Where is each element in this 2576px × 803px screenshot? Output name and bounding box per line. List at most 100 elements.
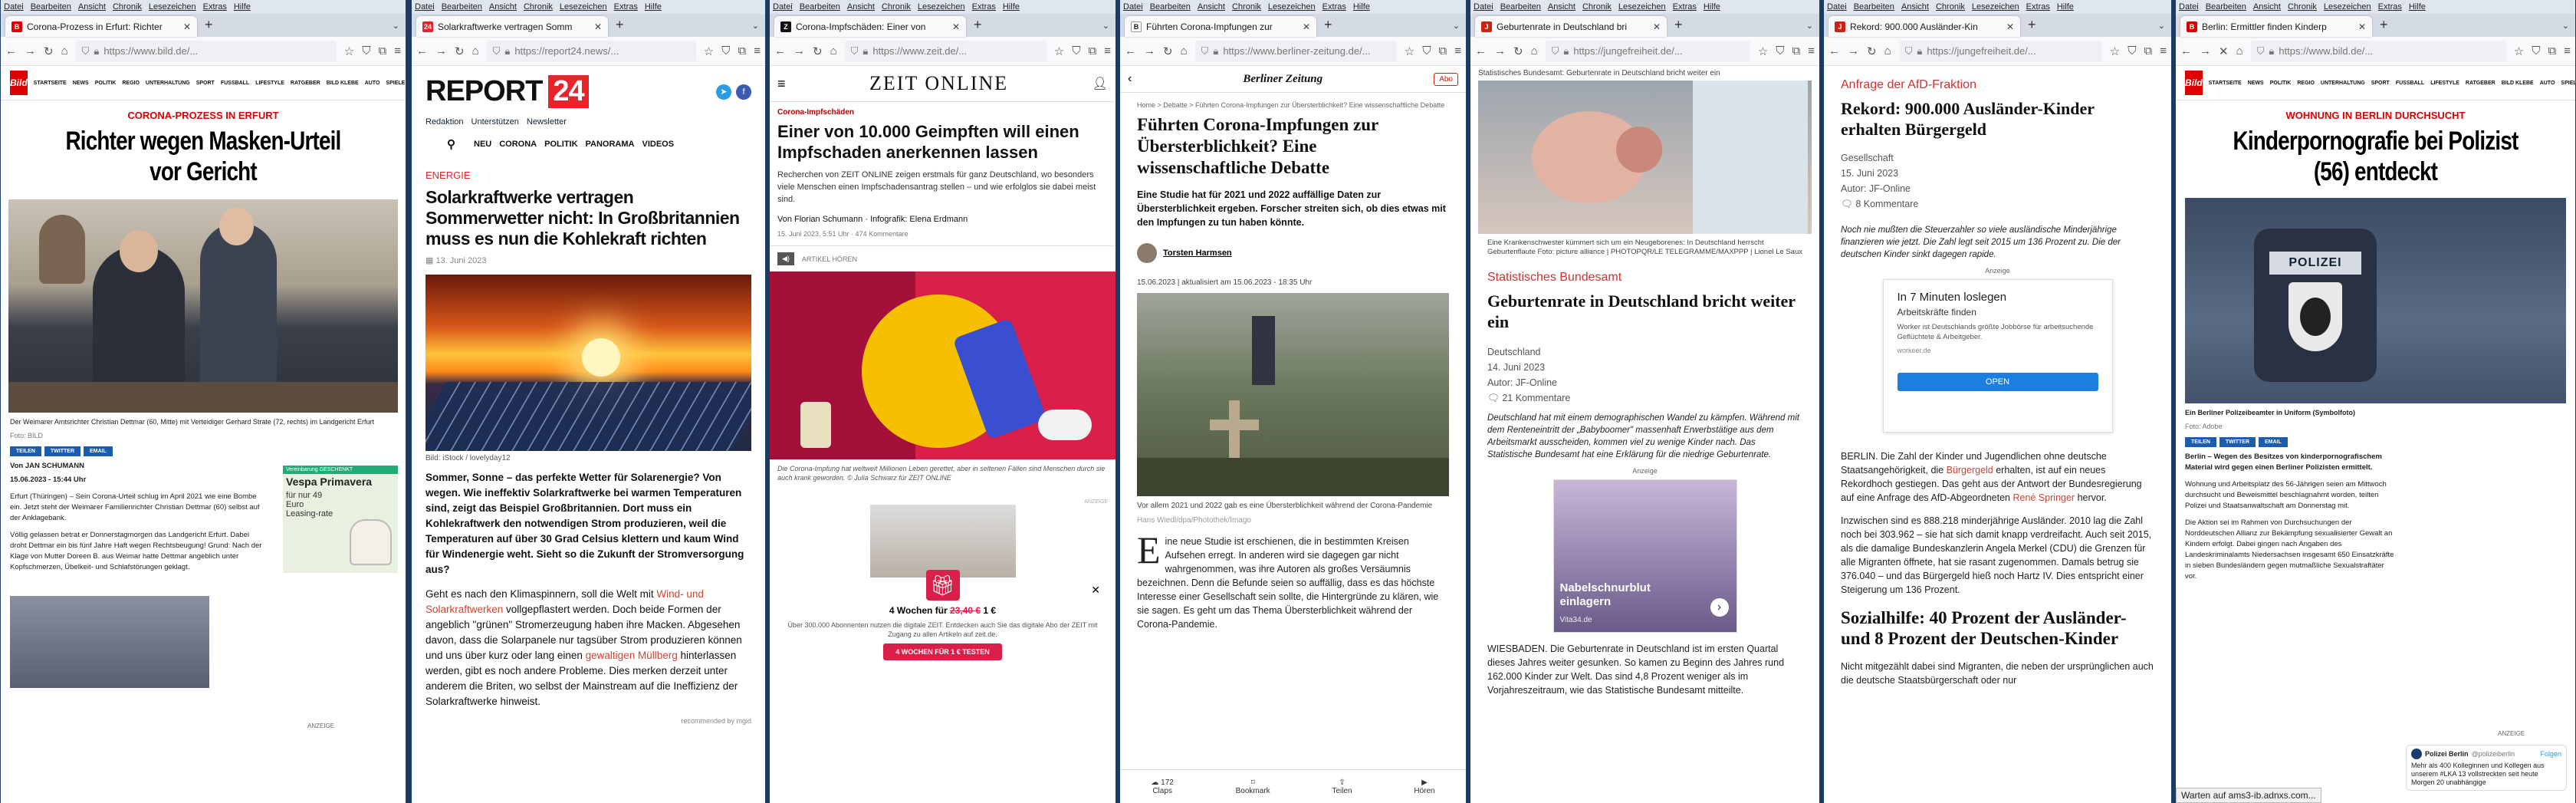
report24-logo[interactable]: REPORT 24 ➤ f xyxy=(412,66,765,117)
browser-tab[interactable]: B Corona-Prozess in Erfurt: Richter ✕ xyxy=(5,16,197,37)
menu-6[interactable]: Hilfe xyxy=(2057,2,2074,12)
extensions-icon[interactable]: ⧉ xyxy=(1089,44,1097,58)
menu-3[interactable]: Chronik xyxy=(1232,2,1261,12)
account-icon[interactable]: 👤︎ xyxy=(1092,76,1108,91)
pocket-icon[interactable]: ⛉ xyxy=(362,44,370,58)
menu-3[interactable]: Chronik xyxy=(2288,2,2317,12)
url-bar[interactable]: ⛉ 🔒︎ https://www.zeit.de/... xyxy=(844,40,1046,62)
extensions-icon[interactable]: ⧉ xyxy=(738,44,747,58)
forward-icon[interactable]: → xyxy=(1848,44,1859,58)
shield-icon[interactable]: ⛉ xyxy=(1552,45,1559,58)
menu-0[interactable]: Datei xyxy=(1827,2,1847,12)
back-icon[interactable]: ← xyxy=(774,44,786,58)
bookmark-star-icon[interactable]: ☆ xyxy=(704,44,714,58)
close-offer-icon[interactable]: ✕ xyxy=(1091,584,1100,597)
bild-nav-item[interactable]: LIFESTYLE xyxy=(255,81,284,86)
home-icon[interactable]: ⌂ xyxy=(830,44,837,58)
list-tabs-icon[interactable]: ⌄ xyxy=(2158,21,2165,31)
list-tabs-icon[interactable]: ⌄ xyxy=(1102,21,1109,31)
bild-nav-item[interactable]: NEWS xyxy=(2248,81,2264,86)
bild-nav-item[interactable]: SPIELE xyxy=(2561,81,2575,86)
bild-nav-item[interactable]: FUSSBALL xyxy=(2396,81,2424,86)
buergergeld-link[interactable]: Bürgergeld xyxy=(1947,465,1993,476)
menu-1[interactable]: Bearbeiten xyxy=(31,2,71,12)
new-tab-icon[interactable]: + xyxy=(2380,17,2388,33)
telegram-icon[interactable]: ➤ xyxy=(716,84,731,100)
home-icon[interactable]: ⌂ xyxy=(1531,44,1538,58)
menu-hamburger-icon[interactable]: ≡ xyxy=(1808,44,1815,58)
bild-nav-item[interactable]: BILD KLEBE xyxy=(327,81,359,86)
bild-nav-item[interactable]: SPIELE xyxy=(386,81,405,86)
reload-icon[interactable]: ↻ xyxy=(813,44,823,58)
vespa-ad[interactable]: Vereinbarung GESCHENKT Vespa Primavera f… xyxy=(283,466,398,573)
menu-0[interactable]: Datei xyxy=(1474,2,1493,12)
lock-icon[interactable]: 🔒︎ xyxy=(504,45,510,58)
back-icon[interactable]: ← xyxy=(1125,44,1136,58)
menu-item[interactable]: CORONA xyxy=(499,140,537,149)
workeer-ad[interactable]: In 7 Minuten loslegen Arbeitskräfte find… xyxy=(1882,279,2113,433)
extensions-icon[interactable]: ⧉ xyxy=(2144,44,2153,58)
bild-logo[interactable]: Bild xyxy=(10,71,28,95)
breadcrumb[interactable]: Home > Debatte > Führten Corona-Impfunge… xyxy=(1120,93,1466,110)
home-icon[interactable]: ⌂ xyxy=(472,44,479,58)
bookmark-star-icon[interactable]: ☆ xyxy=(1405,44,1414,58)
url-bar[interactable]: ⛉ 🔒︎ https://www.berliner-zeitung.de/... xyxy=(1194,40,1397,62)
tweet-embed[interactable]: Polizei Berlin @polizeiberlin Folgen Meh… xyxy=(2406,745,2567,791)
springer-link[interactable]: René Springer xyxy=(2013,492,2075,503)
lock-icon[interactable]: 🔒︎ xyxy=(1917,45,1922,58)
extensions-icon[interactable]: ⧉ xyxy=(1439,44,1447,58)
share-button[interactable]: EMAIL xyxy=(2259,437,2288,447)
bild-nav-item[interactable]: LIFESTYLE xyxy=(2430,81,2459,86)
article-meta[interactable]: 🗨︎ 8 Kommentare xyxy=(1824,196,2171,212)
reload-icon[interactable]: ✕ xyxy=(2219,44,2229,58)
shield-icon[interactable]: ⛉ xyxy=(493,45,501,58)
bild-nav-item[interactable]: AUTO xyxy=(365,81,380,86)
menu-2[interactable]: Ansicht xyxy=(78,2,106,12)
reload-icon[interactable]: ↻ xyxy=(1867,44,1877,58)
forward-icon[interactable]: → xyxy=(1494,44,1506,58)
close-tab-icon[interactable]: ✕ xyxy=(2358,21,2366,32)
header-link[interactable]: Newsletter xyxy=(527,117,567,127)
reload-icon[interactable]: ↻ xyxy=(1513,44,1523,58)
menu-4[interactable]: Lesezeichen xyxy=(2324,2,2371,12)
bookmark-star-icon[interactable]: ☆ xyxy=(1054,44,1064,58)
bookmark-star-icon[interactable]: ☆ xyxy=(344,44,354,58)
menu-6[interactable]: Hilfe xyxy=(2409,2,2426,12)
bild-nav-item[interactable]: RATGEBER xyxy=(291,81,320,86)
menu-item[interactable]: NEU xyxy=(474,140,491,149)
menu-3[interactable]: Chronik xyxy=(882,2,911,12)
close-tab-icon[interactable]: ✕ xyxy=(1653,21,1661,32)
home-icon[interactable]: ⌂ xyxy=(61,44,68,58)
bild-nav-item[interactable]: REGIO xyxy=(2297,81,2315,86)
browser-tab[interactable]: 24 Solarkraftwerke vertragen Somm ✕ xyxy=(416,16,608,37)
menu-3[interactable]: Chronik xyxy=(524,2,553,12)
menu-3[interactable]: Chronik xyxy=(113,2,142,12)
home-icon[interactable]: ⌂ xyxy=(2236,44,2243,58)
menu-item[interactable]: PANORAMA xyxy=(586,140,635,149)
forward-icon[interactable]: → xyxy=(2200,44,2211,58)
menu-1[interactable]: Bearbeiten xyxy=(800,2,840,12)
list-tabs-icon[interactable]: ⌄ xyxy=(393,21,399,31)
url-bar[interactable]: ⛉ 🔒︎ https://www.bild.de/... xyxy=(2250,40,2506,62)
bild-nav-item[interactable]: RATGEBER xyxy=(2466,81,2496,86)
bild-nav-item[interactable]: POLITIK xyxy=(95,81,117,86)
menu-4[interactable]: Lesezeichen xyxy=(1972,2,2019,12)
bookmark-star-icon[interactable]: ☆ xyxy=(2514,44,2524,58)
bild-nav-item[interactable]: STARTSEITE xyxy=(34,81,67,86)
list-tabs-icon[interactable]: ⌄ xyxy=(752,21,759,31)
new-tab-icon[interactable]: + xyxy=(205,17,213,33)
share-button[interactable]: TWITTER xyxy=(2219,437,2256,447)
ad-open-button[interactable]: OPEN xyxy=(1897,373,2098,391)
forward-icon[interactable]: → xyxy=(25,44,36,58)
forward-icon[interactable]: → xyxy=(435,44,447,58)
menu-hamburger-icon[interactable]: ≡ xyxy=(394,44,401,58)
menu-5[interactable]: Extras xyxy=(203,2,227,12)
new-tab-icon[interactable]: + xyxy=(616,17,624,33)
menu-0[interactable]: Datei xyxy=(415,2,435,12)
bild-nav-item[interactable]: POLITIK xyxy=(2270,81,2292,86)
share-button[interactable]: EMAIL xyxy=(84,446,113,456)
vita34-ad[interactable]: Nabelschnurblut einlagern Vita34.de › xyxy=(1552,479,1737,633)
new-tab-icon[interactable]: + xyxy=(974,17,982,33)
menu-hamburger-icon[interactable]: ≡ xyxy=(1454,44,1461,58)
list-tabs-icon[interactable]: ⌄ xyxy=(1806,21,1813,31)
